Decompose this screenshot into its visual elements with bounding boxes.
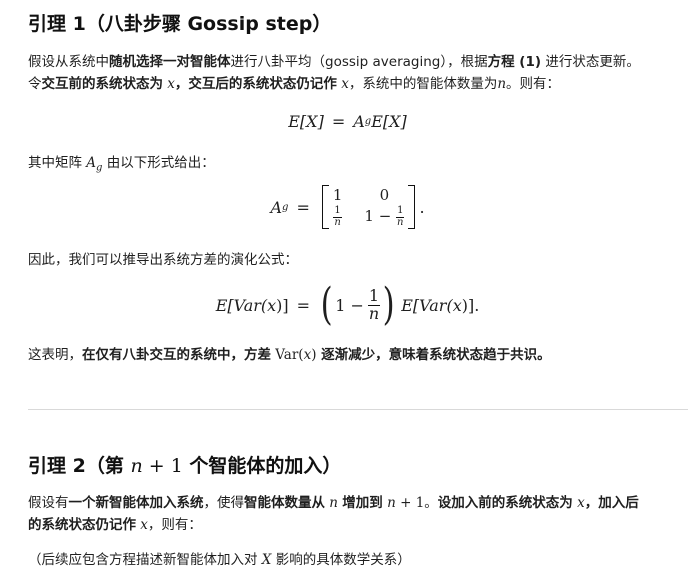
lemma-1-intro: 假设从系统中随机选择一对智能体进行八卦平均（gossip averaging），… — [28, 54, 640, 92]
matrix-r1c1: 1 — [332, 186, 343, 204]
matrix-intro: 其中矩阵 Ag 由以下形式给出： — [28, 155, 215, 174]
lemma-1-heading: 引理 1（八卦步骤 Gossip step） — [28, 13, 332, 35]
lemma-2-note: （后续应包含方程描述新智能体加入对 X 影响的具体数学关系） — [28, 552, 411, 568]
lemma-2-intro: 假设有一个新智能体加入系统，使得智能体数量从 n 增加到 n + 1。设加入前的… — [28, 495, 639, 533]
equation-expectation: E[X] = Ag E[X] — [288, 112, 407, 131]
matrix-equation: Ag = 1 0 1n 1 − 1n . — [270, 185, 425, 229]
variance-equation: E[Var(x)] = ( 1 − 1n ) E[Var(x)]. — [215, 279, 480, 330]
lemma-1-conclusion: 这表明，在仅有八卦交互的系统中，方差 Var(x) 逐渐减少，意味着系统状态趋于… — [28, 347, 551, 363]
matrix-ag: 1 0 1n 1 − 1n — [321, 185, 416, 229]
matrix-r1c2: 0 — [379, 186, 390, 204]
matrix-r2c2: 1 − 1n — [364, 205, 405, 228]
matrix-r2c1: 1n — [333, 205, 342, 228]
lemma-2-heading: 引理 2（第 n + 1 个智能体的加入） — [28, 455, 342, 477]
section-divider — [28, 409, 688, 410]
variance-intro: 因此，我们可以推导出系统方差的演化公式： — [28, 252, 298, 268]
